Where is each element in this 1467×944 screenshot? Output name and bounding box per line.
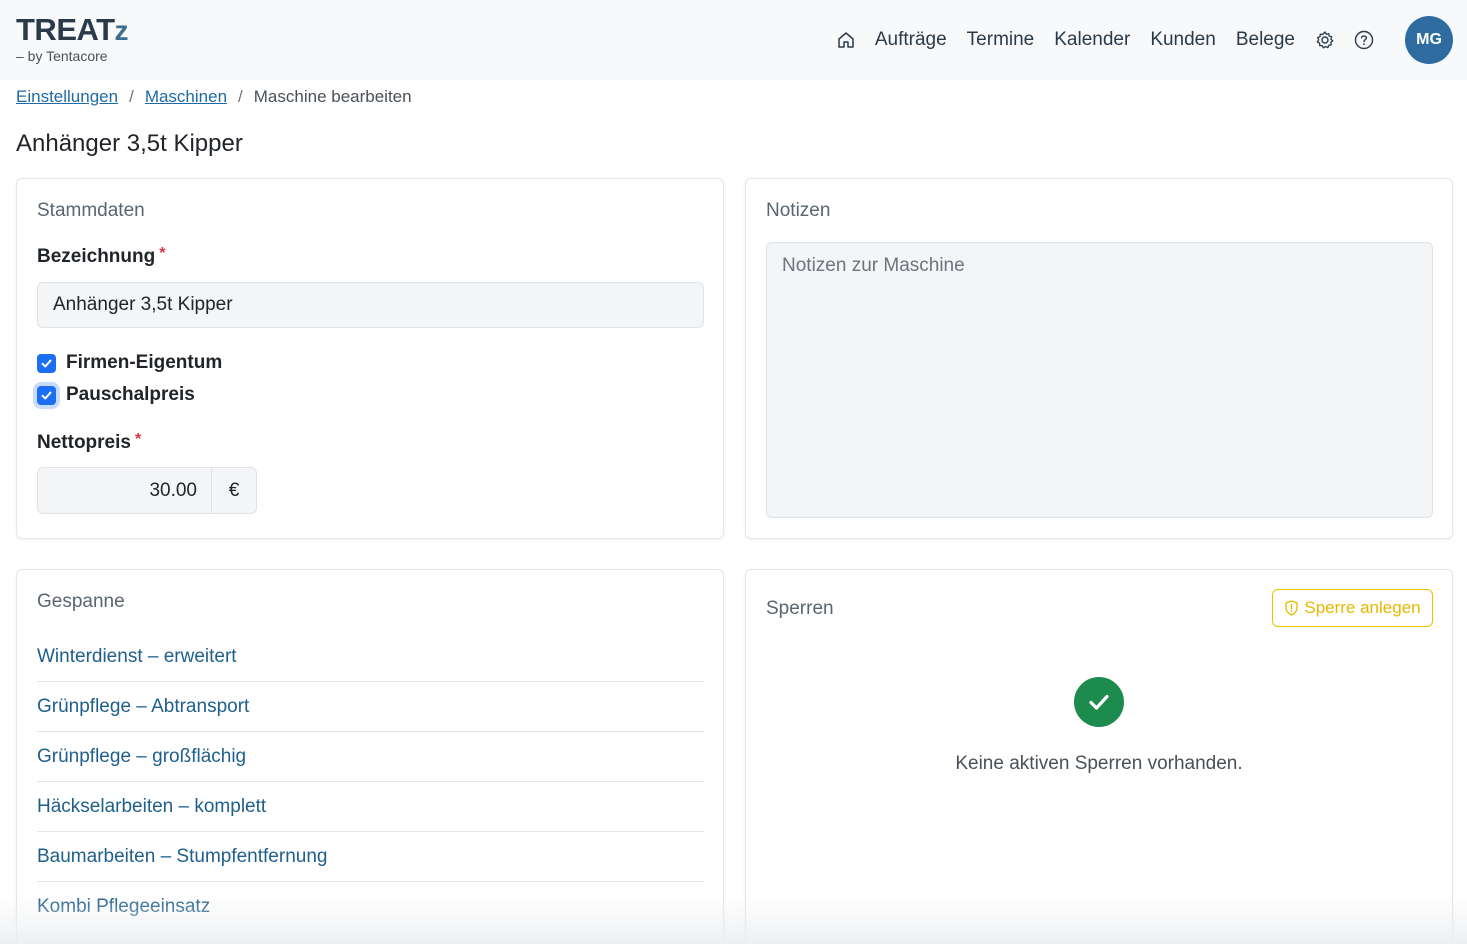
- required-mark: *: [134, 431, 142, 448]
- gespann-link[interactable]: Winterdienst – erweitert: [37, 632, 704, 682]
- help-icon[interactable]: [1354, 30, 1374, 50]
- gespann-link[interactable]: Grünpflege – Abtransport: [37, 682, 704, 732]
- sperren-card: Sperren Sperre anlegen Keine aktiven Spe…: [745, 569, 1453, 944]
- currency-addon: €: [212, 467, 257, 514]
- sperre-anlegen-button[interactable]: Sperre anlegen: [1272, 589, 1433, 627]
- breadcrumb-separator: /: [238, 87, 243, 106]
- stammdaten-title: Stammdaten: [37, 200, 145, 221]
- nettopreis-input[interactable]: 30.00: [37, 467, 212, 514]
- pauschalpreis-checkbox-row[interactable]: Pauschalpreis: [37, 384, 195, 406]
- gespann-link[interactable]: Häckselarbeiten – komplett: [37, 782, 704, 832]
- firmen-eigentum-label: Firmen-Eigentum: [66, 352, 223, 373]
- required-mark: *: [159, 245, 166, 262]
- logo-text: TREAT: [16, 12, 115, 47]
- check-circle-icon: [1074, 677, 1124, 727]
- notizen-textarea[interactable]: Notizen zur Maschine: [766, 242, 1433, 518]
- breadcrumb-maschinen[interactable]: Maschinen: [145, 87, 227, 107]
- nav-termine[interactable]: Termine: [967, 29, 1035, 51]
- nav-belege[interactable]: Belege: [1236, 29, 1295, 51]
- gespanne-card: Gespanne Winterdienst – erweitert Grünpf…: [16, 569, 724, 944]
- shield-icon: [1284, 600, 1299, 616]
- firmen-eigentum-checkbox-row[interactable]: Firmen-Eigentum: [37, 352, 222, 374]
- logo-z: z: [114, 15, 129, 46]
- gespanne-list: Winterdienst – erweitert Grünpflege – Ab…: [37, 632, 704, 932]
- user-avatar[interactable]: MG: [1405, 16, 1453, 64]
- breadcrumb-current: Maschine bearbeiten: [253, 87, 412, 106]
- notizen-card: Notizen Notizen zur Maschine: [745, 178, 1453, 539]
- nav-auftraege[interactable]: Aufträge: [875, 29, 947, 51]
- pauschalpreis-label: Pauschalpreis: [66, 384, 195, 405]
- home-icon[interactable]: [836, 30, 856, 50]
- sperren-title: Sperren: [766, 598, 834, 619]
- page-title: Anhänger 3,5t Kipper: [16, 130, 243, 157]
- main-nav: Aufträge Termine Kalender Kunden Belege …: [836, 14, 1453, 66]
- gespanne-title: Gespanne: [37, 591, 125, 612]
- nettopreis-label: Nettopreis *: [37, 431, 142, 453]
- breadcrumb-separator: /: [129, 87, 134, 106]
- nettopreis-input-group: 30.00 €: [37, 467, 257, 514]
- gespann-link[interactable]: Baumarbeiten – Stumpfentfernung: [37, 832, 704, 882]
- top-navbar: TREATz – by Tentacore Aufträge Termine K…: [0, 0, 1467, 80]
- breadcrumb-einstellungen[interactable]: Einstellungen: [16, 87, 118, 107]
- firmen-eigentum-checkbox[interactable]: [37, 353, 56, 373]
- nav-kalender[interactable]: Kalender: [1054, 29, 1130, 51]
- notizen-title: Notizen: [766, 200, 831, 221]
- logo-subtitle: – by Tentacore: [16, 48, 108, 64]
- gespann-link[interactable]: Kombi Pflegeeinsatz: [37, 882, 704, 932]
- gear-icon[interactable]: [1315, 30, 1335, 50]
- nav-kunden[interactable]: Kunden: [1150, 29, 1216, 51]
- sperre-anlegen-label: Sperre anlegen: [1304, 598, 1421, 617]
- bezeichnung-input[interactable]: Anhänger 3,5t Kipper: [37, 282, 704, 328]
- sperren-empty-text: Keine aktiven Sperren vorhanden.: [955, 753, 1243, 774]
- bezeichnung-label: Bezeichnung *: [37, 245, 166, 267]
- stammdaten-card: Stammdaten Bezeichnung * Anhänger 3,5t Ki…: [16, 178, 724, 539]
- breadcrumb: Einstellungen / Maschinen / Maschine bea…: [16, 87, 412, 107]
- pauschalpreis-checkbox[interactable]: [37, 385, 56, 405]
- app-logo[interactable]: TREATz – by Tentacore: [16, 12, 129, 65]
- gespann-link[interactable]: Grünpflege – großflächig: [37, 732, 704, 782]
